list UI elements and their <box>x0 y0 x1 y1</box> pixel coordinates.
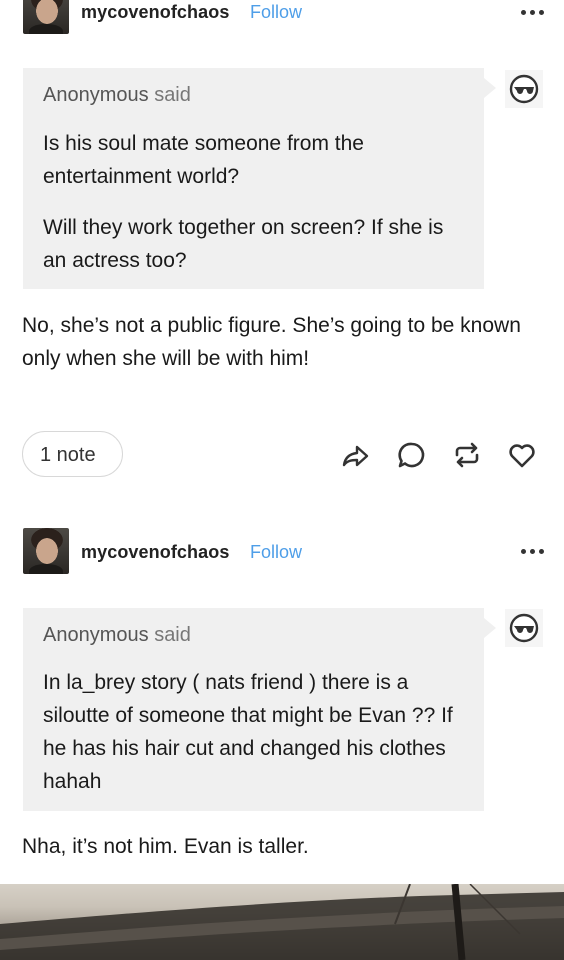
avatar[interactable] <box>23 528 69 574</box>
post-1: mycovenofchaos Follow Anonymous said Is … <box>0 0 564 500</box>
asker-name[interactable]: Anonymous <box>43 84 149 106</box>
asker-line: Anonymous said <box>43 624 191 647</box>
question-paragraph: Will they work together on screen? If sh… <box>43 216 444 272</box>
more-options-icon[interactable] <box>514 544 544 558</box>
avatar[interactable] <box>23 0 69 34</box>
notes-count-button[interactable]: 1 note <box>22 431 123 477</box>
heart-icon[interactable] <box>506 439 538 471</box>
comment-icon[interactable] <box>396 439 428 471</box>
more-options-icon[interactable] <box>514 5 544 19</box>
username[interactable]: mycovenofchaos <box>81 542 229 563</box>
ask-box: Anonymous said In la_brey story ( nats f… <box>23 608 496 811</box>
answer-text: No, she’s not a public figure. She’s goi… <box>22 314 521 370</box>
follow-button[interactable]: Follow <box>250 542 302 563</box>
post-2: mycovenofchaos Follow Anonymous said In … <box>0 528 564 888</box>
question-paragraph: In la_brey story ( nats friend ) there i… <box>43 671 453 793</box>
said-label: said <box>154 624 191 646</box>
asker-line: Anonymous said <box>43 84 191 107</box>
question-paragraph: Is his soul mate someone from the entert… <box>43 132 364 188</box>
ask-box: Anonymous said Is his soul mate someone … <box>23 68 496 289</box>
post-photo[interactable] <box>0 884 564 960</box>
anonymous-avatar-icon <box>505 609 543 647</box>
said-label: said <box>154 84 191 106</box>
share-icon[interactable] <box>340 439 372 471</box>
asker-name[interactable]: Anonymous <box>43 624 149 646</box>
follow-button[interactable]: Follow <box>250 2 302 23</box>
anonymous-avatar-icon <box>505 70 543 108</box>
reblog-icon[interactable] <box>451 439 483 471</box>
answer-text: Nha, it’s not him. Evan is taller. <box>22 835 309 858</box>
username[interactable]: mycovenofchaos <box>81 2 229 23</box>
